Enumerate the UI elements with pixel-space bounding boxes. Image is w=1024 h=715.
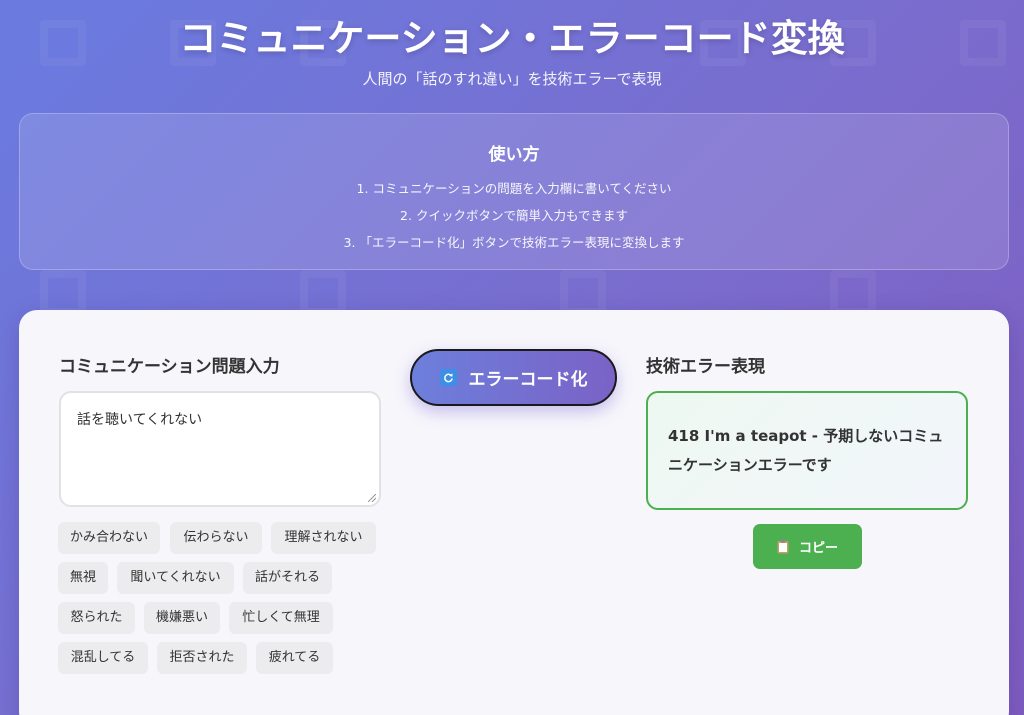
input-section-label: コミュニケーション問題入力	[59, 357, 280, 377]
howto-panel: 使い方 1. コミュニケーションの問題を入力欄に書いてください 2. クイックボ…	[19, 113, 1009, 270]
copy-button[interactable]: コピー	[753, 524, 862, 569]
quick-button[interactable]: 拒否された	[157, 642, 247, 674]
quick-button[interactable]: 理解されない	[271, 522, 376, 554]
quick-button[interactable]: 混乱してる	[58, 642, 148, 674]
quick-button[interactable]: 聞いてくれない	[117, 562, 234, 594]
quick-button[interactable]: 怒られた	[58, 602, 135, 634]
howto-step-1: 1. コミュニケーションの問題を入力欄に書いてください	[356, 181, 672, 196]
howto-step-3: 3. 「エラーコード化」ボタンで技術エラー表現に変換します	[343, 235, 685, 250]
howto-title: 使い方	[488, 145, 540, 165]
clipboard-icon	[777, 539, 789, 554]
converter-card: コミュニケーション問題入力 話を聴いてくれない かみ合わない 伝わらない 理解さ…	[19, 310, 1009, 715]
quick-button[interactable]: 伝わらない	[170, 522, 262, 554]
page-title: コミュニケーション・エラーコード変換	[179, 17, 845, 60]
quick-button[interactable]: 疲れてる	[256, 642, 333, 674]
convert-button-label: エラーコード化	[468, 370, 588, 390]
error-output: 418 I'm a teapot - 予期しないコミュニケーションエラーです	[646, 391, 968, 510]
problem-input[interactable]: 話を聴いてくれない	[59, 391, 381, 507]
error-output-text: 418 I'm a teapot - 予期しないコミュニケーションエラーです	[668, 426, 944, 474]
output-section-label: 技術エラー表現	[646, 357, 765, 377]
howto-step-2: 2. クイックボタンで簡単入力もできます	[400, 208, 628, 223]
copy-button-label: コピー	[798, 541, 838, 556]
resize-handle[interactable]	[368, 494, 376, 502]
quick-button[interactable]: 機嫌悪い	[144, 602, 220, 634]
convert-button[interactable]: エラーコード化	[410, 349, 617, 406]
page-subtitle: 人間の「話のすれ違い」を技術エラーで表現	[362, 70, 662, 88]
quick-button[interactable]: 忙しくて無理	[229, 602, 333, 634]
quick-button[interactable]: かみ合わない	[58, 522, 160, 554]
quick-button[interactable]: 無視	[58, 562, 108, 594]
problem-input-value: 話を聴いてくれない	[77, 412, 203, 428]
quick-button[interactable]: 話がそれる	[243, 562, 332, 594]
refresh-icon	[439, 369, 457, 386]
